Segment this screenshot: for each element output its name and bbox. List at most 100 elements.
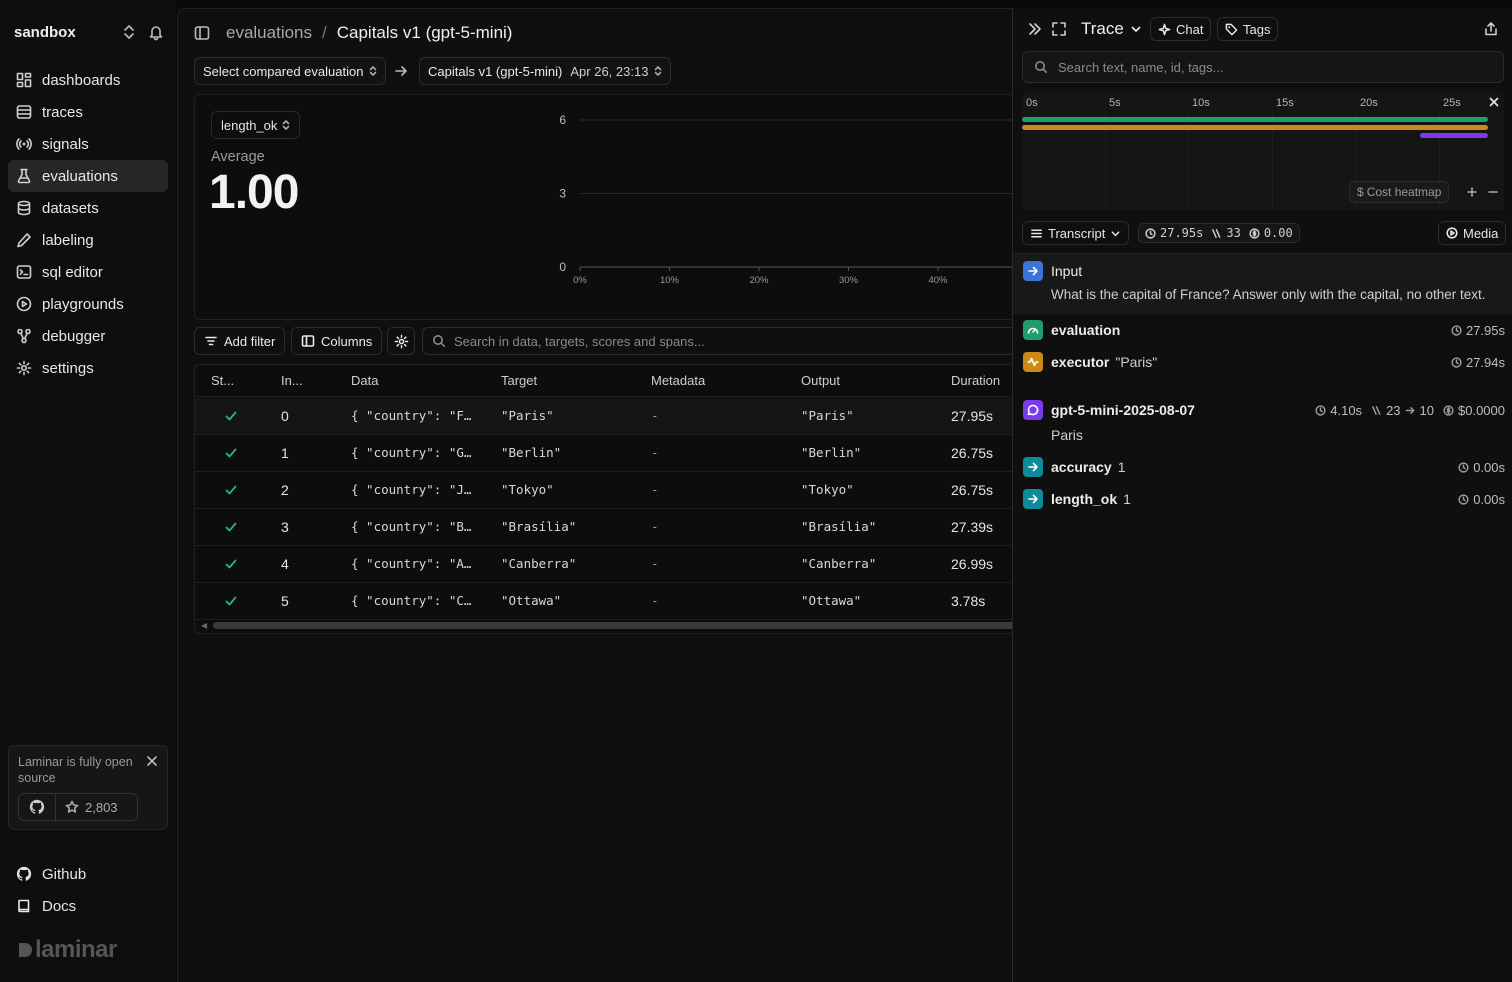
github-icon (19, 794, 56, 820)
table-row[interactable]: 2 { "country": "J… "Tokyo" - "Tokyo" 26.75s (195, 472, 1012, 509)
trace-title-dropdown[interactable]: Trace (1081, 19, 1142, 39)
fullscreen-icon[interactable] (1051, 21, 1067, 37)
chat-button[interactable]: Chat (1150, 17, 1212, 41)
add-filter-button[interactable]: Add filter (194, 327, 286, 355)
column-header-status[interactable]: St... (211, 365, 234, 397)
sidebar-item-traces[interactable]: traces (8, 96, 168, 128)
workspace-switcher[interactable]: sandbox (14, 22, 164, 42)
sidebar-item-sql-editor[interactable]: sql editor (8, 256, 168, 288)
arrow-right-icon (1023, 261, 1043, 281)
compared-evaluation-select[interactable]: Select compared evaluation (194, 57, 387, 85)
table-search-input[interactable] (454, 333, 954, 349)
compared-evaluation-placeholder: Select compared evaluation (203, 63, 364, 79)
span-row-llm[interactable]: gpt-5-mini-2025-08-07 4.10s 23 10 $0.000… (1013, 398, 1512, 454)
chevron-down-icon (1110, 228, 1121, 239)
cost-heatmap-button[interactable]: $ Cost heatmap (1349, 181, 1450, 203)
span-row-executor[interactable]: executor "Paris" 27.94s (1013, 350, 1512, 382)
span-value: "Paris" (1115, 354, 1158, 370)
current-evaluation-name: Capitals v1 (gpt-5-mini) (428, 63, 563, 79)
timeline-bar-executor[interactable] (1022, 125, 1488, 130)
table-row[interactable]: 4 { "country": "A… "Canberra" - "Canberra" 26… (195, 546, 1012, 583)
sidebar-item-datasets[interactable]: datasets (8, 192, 168, 224)
scrollbar-thumb[interactable] (213, 622, 1012, 629)
cell-duration: 27.95s (951, 408, 994, 424)
message-bubble-icon (1023, 400, 1043, 420)
span-name: length_ok 1 (1051, 491, 1131, 507)
transcript-label: Transcript (1048, 225, 1106, 241)
span-output: Paris (1051, 427, 1083, 443)
cell-data: { "country": "C… (351, 593, 472, 608)
table-row[interactable]: 0 { "country": "F… "Paris" - "Paris" 27.95s (195, 398, 1012, 435)
column-header-data[interactable]: Data (351, 365, 378, 397)
column-header-output[interactable]: Output (801, 365, 840, 397)
cell-target: "Canberra" (501, 556, 577, 571)
timeline-bar-llm[interactable] (1420, 133, 1488, 138)
github-link[interactable]: Github (16, 858, 86, 890)
column-header-target[interactable]: Target (501, 365, 537, 397)
span-duration-value: 4.10s (1330, 403, 1363, 418)
sidebar-item-dashboards[interactable]: dashboards (8, 64, 168, 96)
span-name: evaluation (1051, 322, 1121, 338)
github-stars-button[interactable]: 2,803 (18, 793, 138, 821)
sidebar-item-signals[interactable]: signals (8, 128, 168, 160)
column-header-duration[interactable]: Duration (951, 365, 1000, 397)
span-duration: 27.95s (1451, 323, 1505, 338)
collapse-panel-icon[interactable] (1027, 21, 1043, 37)
docs-link[interactable]: Docs (16, 890, 86, 922)
span-name: executor "Paris" (1051, 354, 1157, 370)
columns-icon (301, 334, 315, 348)
timeline-bar-evaluation[interactable] (1022, 117, 1488, 122)
span-name: accuracy 1 (1051, 459, 1126, 475)
bell-icon[interactable] (148, 23, 164, 41)
cell-duration: 26.75s (951, 445, 994, 461)
media-button[interactable]: Media (1438, 221, 1507, 245)
results-table: St... In... Data Target Metadata Output … (194, 364, 1012, 634)
span-row-evaluation[interactable]: evaluation 27.95s (1013, 318, 1512, 350)
table-settings-button[interactable] (387, 327, 415, 355)
span-row-length-ok[interactable]: length_ok 1 0.00s (1013, 487, 1512, 519)
close-icon[interactable] (145, 754, 159, 768)
x-tick-label: 20% (749, 275, 769, 286)
horizontal-scrollbar[interactable]: ◀ (195, 618, 1012, 632)
sidebar-item-settings[interactable]: settings (8, 352, 168, 384)
star-count: 2,803 (56, 794, 137, 820)
zoom-out-button[interactable] (1483, 181, 1503, 203)
sidebar-item-playgrounds[interactable]: playgrounds (8, 288, 168, 320)
span-name-text: length_ok (1051, 491, 1118, 507)
table-row[interactable]: 1 { "country": "G… "Berlin" - "Berlin" 26.75s (195, 435, 1012, 472)
trace-duration: 27.95s (1160, 226, 1204, 240)
sidebar-item-label: dashboards (42, 71, 121, 89)
share-icon[interactable] (1483, 21, 1499, 37)
trace-tokens: 33 (1226, 226, 1241, 240)
sidebar-item-label: playgrounds (42, 295, 124, 313)
play-circle-icon (1446, 227, 1458, 239)
clock-icon (1458, 494, 1469, 505)
current-evaluation-select[interactable]: Capitals v1 (gpt-5-mini) Apr 26, 23:13 (419, 57, 672, 85)
sidebar-toggle-icon[interactable] (194, 25, 210, 41)
span-duration: 27.94s (1451, 355, 1505, 370)
sidebar-item-evaluations[interactable]: evaluations (8, 160, 168, 192)
column-header-metadata[interactable]: Metadata (651, 365, 705, 397)
table-row[interactable]: 5 { "country": "C… "Ottawa" - "Ottawa" 3.78s (195, 583, 1012, 620)
column-header-index[interactable]: In... (281, 365, 303, 397)
columns-button[interactable]: Columns (291, 327, 383, 355)
brand-mark-icon (19, 943, 32, 957)
input-message[interactable]: Input What is the capital of France? Ans… (1013, 254, 1512, 314)
close-timeline-icon[interactable] (1488, 96, 1500, 108)
timeline-tick: 25s (1443, 97, 1461, 109)
tags-button[interactable]: Tags (1217, 17, 1279, 41)
span-row-accuracy[interactable]: accuracy 1 0.00s (1013, 455, 1512, 487)
table-row[interactable]: 3 { "country": "B… "Brasília" - "Brasília" 27… (195, 509, 1012, 546)
list-icon (1030, 227, 1043, 240)
y-tick-label: 6 (559, 113, 566, 127)
table-search (422, 327, 1012, 355)
arrow-right-icon (1405, 405, 1416, 416)
zoom-in-button[interactable] (1462, 181, 1482, 203)
sidebar-item-debugger[interactable]: debugger (8, 320, 168, 352)
sidebar-item-labeling[interactable]: labeling (8, 224, 168, 256)
breadcrumb-parent[interactable]: evaluations (226, 23, 312, 43)
transcript-dropdown[interactable]: Transcript (1022, 221, 1130, 245)
scroll-left-icon[interactable]: ◀ (201, 621, 207, 630)
cell-target: "Berlin" (501, 445, 562, 460)
trace-search-input[interactable] (1058, 59, 1478, 75)
